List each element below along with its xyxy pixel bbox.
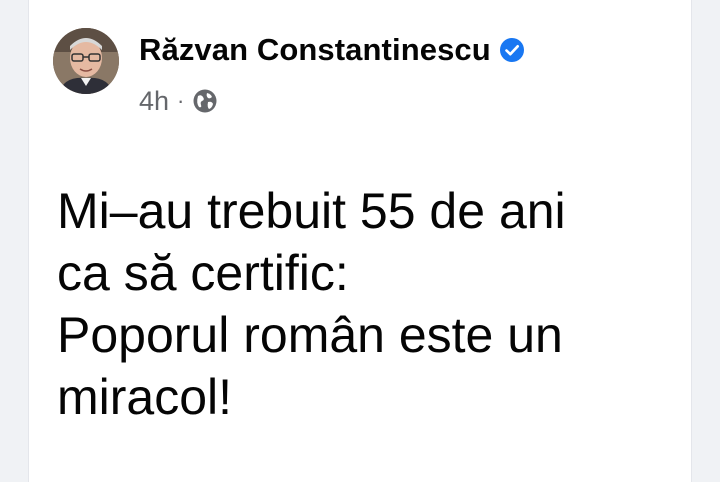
post-timestamp[interactable]: 4h bbox=[139, 86, 169, 117]
post-text-line: Poporul român este un bbox=[57, 307, 563, 363]
avatar[interactable] bbox=[53, 28, 119, 94]
facebook-post: Răzvan Constantinescu 4h · Mi–au trebuit… bbox=[28, 0, 692, 482]
meta-separator: · bbox=[177, 88, 185, 113]
post-text-line: Mi–au trebuit 55 de ani bbox=[57, 183, 566, 239]
verified-badge-icon bbox=[499, 37, 525, 63]
post-text-line: miracol! bbox=[57, 369, 233, 425]
post-text-line: ca să certific: bbox=[57, 245, 349, 301]
author-row: Răzvan Constantinescu bbox=[139, 30, 525, 70]
author-name[interactable]: Răzvan Constantinescu bbox=[139, 32, 491, 68]
avatar-photo bbox=[53, 28, 119, 94]
post-meta: 4h · bbox=[139, 84, 218, 118]
post-text: Mi–au trebuit 55 de ani ca să certific: … bbox=[57, 180, 677, 428]
globe-icon[interactable] bbox=[192, 88, 218, 114]
